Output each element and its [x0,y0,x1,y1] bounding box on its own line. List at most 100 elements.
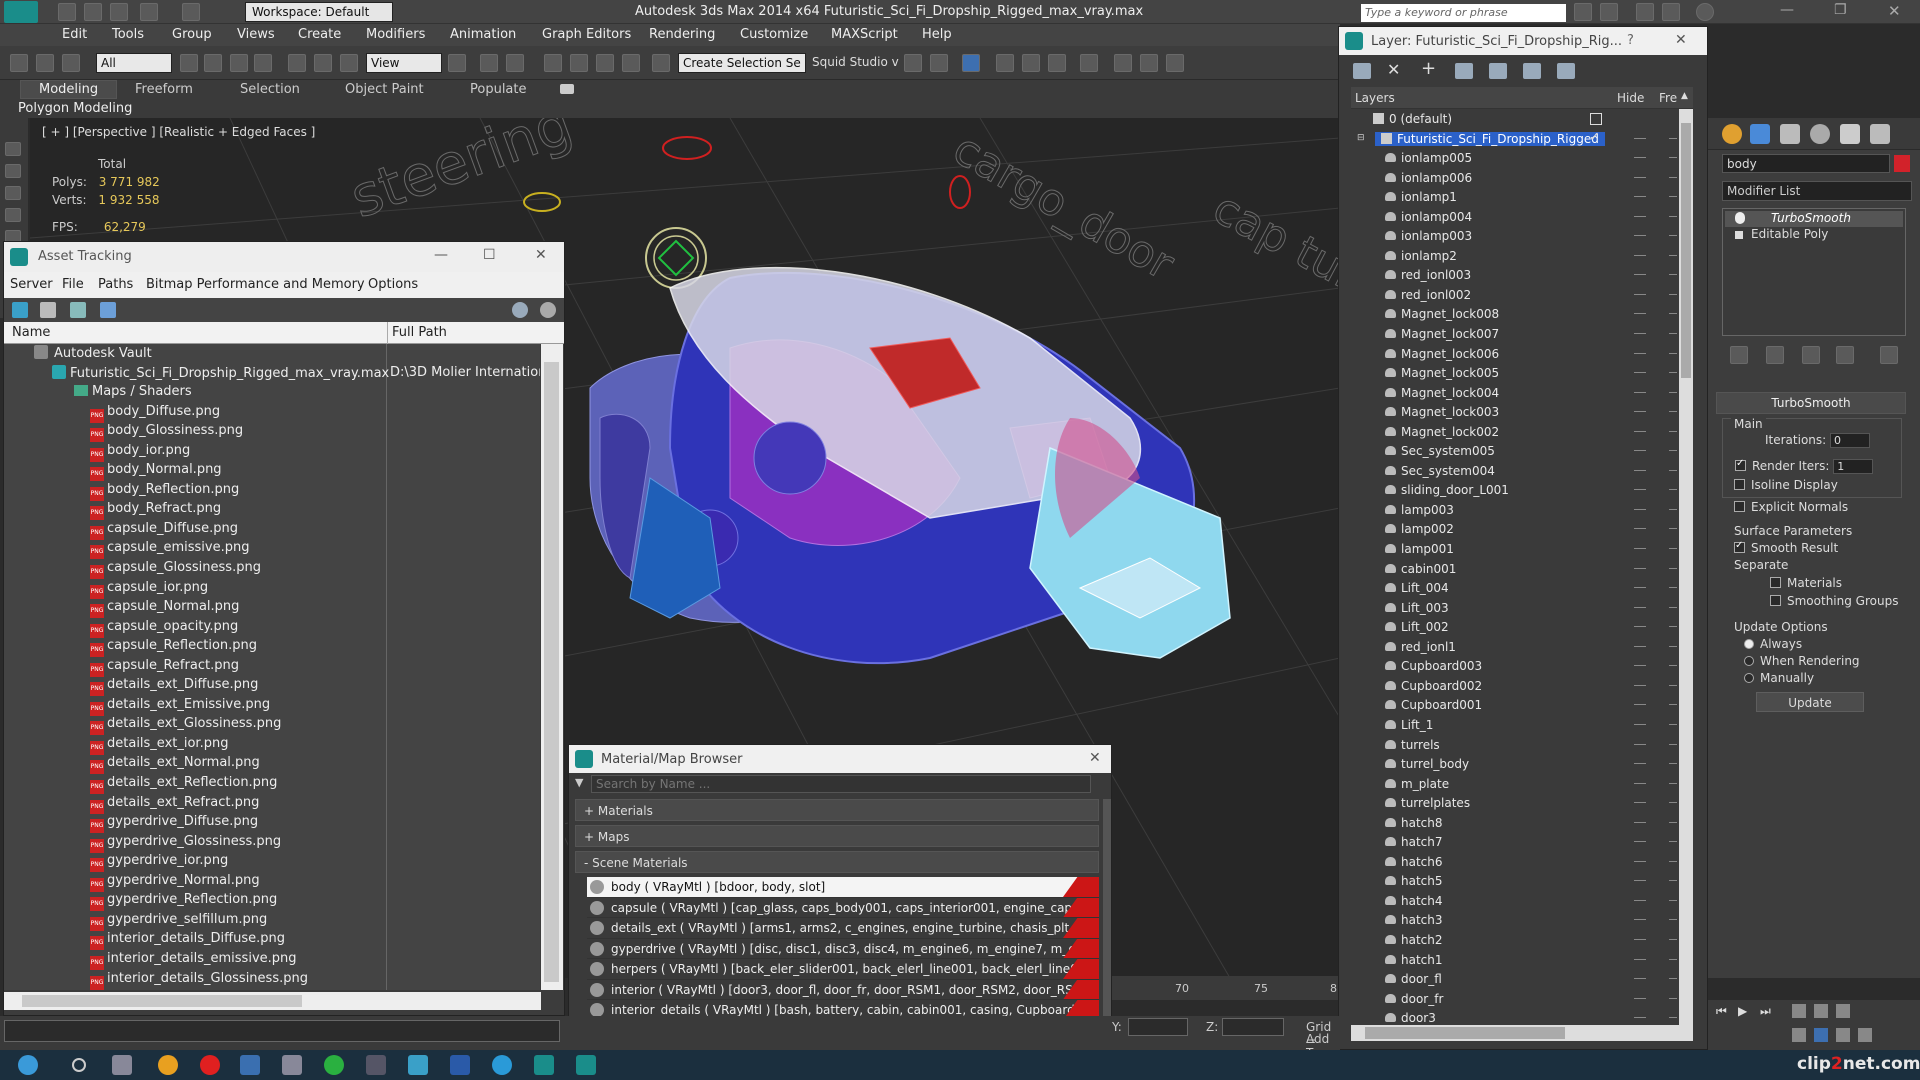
freeze-toggle[interactable] [1669,293,1677,295]
hide-toggle[interactable] [1634,411,1646,413]
freeze-toggle[interactable] [1669,391,1677,393]
freeze-toggle[interactable] [1669,215,1677,217]
zoom-all-icon[interactable] [1814,1004,1828,1018]
layer-object-row[interactable]: lamp001 [1351,539,1677,559]
freeze-toggle[interactable] [1669,548,1677,550]
window-crossing-icon[interactable] [254,54,272,72]
hide-toggle[interactable] [1634,743,1646,745]
freeze-toggle[interactable] [1669,157,1677,159]
add-to-layer-icon[interactable]: + [1421,58,1439,79]
maximize-icon[interactable]: ☐ [483,247,496,263]
modifier-list-select[interactable]: Modifier List [1722,181,1912,201]
select-objects-icon[interactable] [1455,63,1473,79]
menu-animation[interactable]: Animation [450,27,516,42]
hide-toggle[interactable] [1634,880,1646,882]
star-icon[interactable] [1662,3,1680,21]
layer-object-row[interactable]: Lift_002 [1351,617,1677,637]
asset-file-row[interactable]: PNG gyperdrive_Glossiness.png [4,833,540,853]
key-icon[interactable] [1600,3,1618,21]
freeze-toggle[interactable] [1669,723,1677,725]
object-color-swatch[interactable] [1894,155,1910,172]
menu-graph-editors[interactable]: Graph Editors [542,27,631,42]
menu-group[interactable]: Group [172,27,212,42]
layer-list-vscroll[interactable] [1679,109,1693,1025]
whatsapp-icon[interactable] [324,1055,344,1075]
hide-checkbox-icon[interactable] [1590,113,1602,125]
close-icon[interactable]: ✕ [535,247,547,263]
hide-toggle[interactable] [1634,606,1646,608]
curve-editor-icon[interactable] [1022,54,1040,72]
schematic-view-icon[interactable] [1048,54,1066,72]
asset-file-row[interactable]: PNG gyperdrive_Normal.png [4,872,540,892]
hide-toggle[interactable] [1634,899,1646,901]
timeline-ruler[interactable]: 70 75 8 [1112,976,1338,1000]
display-tab-icon[interactable] [1840,124,1860,144]
asset-file-row[interactable]: PNG gyperdrive_selfillum.png [4,911,540,931]
minimize-icon[interactable]: — [1780,2,1794,18]
asset-file-row[interactable]: PNG details_ext_Glossiness.png [4,715,540,736]
scroll-thumb[interactable] [544,362,559,982]
layer-object-row[interactable]: cabin001 [1351,559,1677,579]
col-hide[interactable]: Hide [1617,91,1644,105]
spinner-snap-icon[interactable] [622,54,640,72]
menu-modifiers[interactable]: Modifiers [366,27,425,42]
asset-file-row[interactable]: PNG body_ior.png [4,442,540,462]
scroll-thumb[interactable] [22,995,302,1007]
close-icon[interactable]: ✕ [1089,750,1101,766]
asset-file-row[interactable]: PNG gyperdrive_ior.png [4,852,540,873]
freeze-toggle[interactable] [1669,333,1677,335]
search-options-icon[interactable]: ▼ [575,776,583,789]
layer-object-row[interactable]: red_ionl002 [1351,285,1677,305]
hide-toggle[interactable] [1634,1017,1646,1019]
hide-toggle[interactable] [1634,254,1646,256]
layer-object-row[interactable]: hatch2 [1351,930,1677,950]
mail-app-icon[interactable] [282,1055,302,1075]
current-layer-check-icon[interactable]: ✓ [1589,130,1600,145]
select-manipulate-icon[interactable] [480,54,498,72]
zoom-icon[interactable] [1792,1004,1806,1018]
settings-icon[interactable] [540,302,556,318]
browser-app-icon[interactable] [408,1055,428,1075]
undo-icon[interactable] [140,3,158,21]
layer-object-row[interactable]: Cupboard002 [1351,676,1677,696]
layer-object-row[interactable]: hatch5 [1351,871,1677,891]
hide-toggle[interactable] [1634,293,1646,295]
freeze-toggle[interactable] [1669,763,1677,765]
scene-material-item[interactable]: interior ( VRayMtl ) [door3, door_fl, do… [587,979,1099,1000]
freeze-toggle[interactable] [1669,704,1677,706]
layer-object-row[interactable]: red_ionl1 [1351,637,1677,657]
hide-toggle[interactable] [1634,391,1646,393]
search-icon[interactable] [72,1058,86,1072]
asset-file-row[interactable]: PNG capsule_ior.png [4,579,540,599]
column-separator[interactable] [387,322,388,344]
menu-maxscript[interactable]: MAXScript [831,27,898,42]
layer-object-row[interactable]: red_ionl003 [1351,265,1677,285]
isoline-checkbox[interactable] [1734,479,1745,490]
freeze-toggle[interactable] [1669,841,1677,843]
new-file-icon[interactable] [58,3,76,21]
hide-toggle[interactable] [1634,938,1646,940]
start-button-icon[interactable] [18,1055,38,1075]
layer-row-default[interactable]: 0 (default) [1351,109,1677,129]
layer-object-row[interactable]: Lift_1 [1351,715,1677,735]
communication-icon[interactable] [1636,3,1654,21]
3ds-max-taskbar-icon[interactable] [534,1055,554,1075]
layer-object-row[interactable]: sliding_door_L001 [1351,480,1677,500]
restore-icon[interactable]: ❐ [1834,2,1847,18]
col-layers[interactable]: Layers [1355,91,1395,105]
collapse-icon[interactable]: ⊟ [1357,133,1365,143]
display-tool-icon[interactable] [5,208,21,222]
maxscript-listener-input[interactable] [4,1020,560,1042]
open-file-icon[interactable] [84,3,102,21]
always-radio[interactable] [1744,639,1754,649]
layer-object-row[interactable]: turrel_body [1351,754,1677,774]
scroll-thumb[interactable] [1681,123,1691,378]
materials-checkbox[interactable] [1770,577,1781,588]
layer-object-row[interactable]: ionlamp003 [1351,226,1677,246]
rotate-icon[interactable] [314,54,332,72]
telegram-icon[interactable] [492,1055,512,1075]
modify-tool-icon[interactable] [5,164,21,178]
hide-toggle[interactable] [1634,704,1646,706]
layer-object-row[interactable]: ionlamp006 [1351,168,1677,188]
menu-tools[interactable]: Tools [112,27,144,42]
